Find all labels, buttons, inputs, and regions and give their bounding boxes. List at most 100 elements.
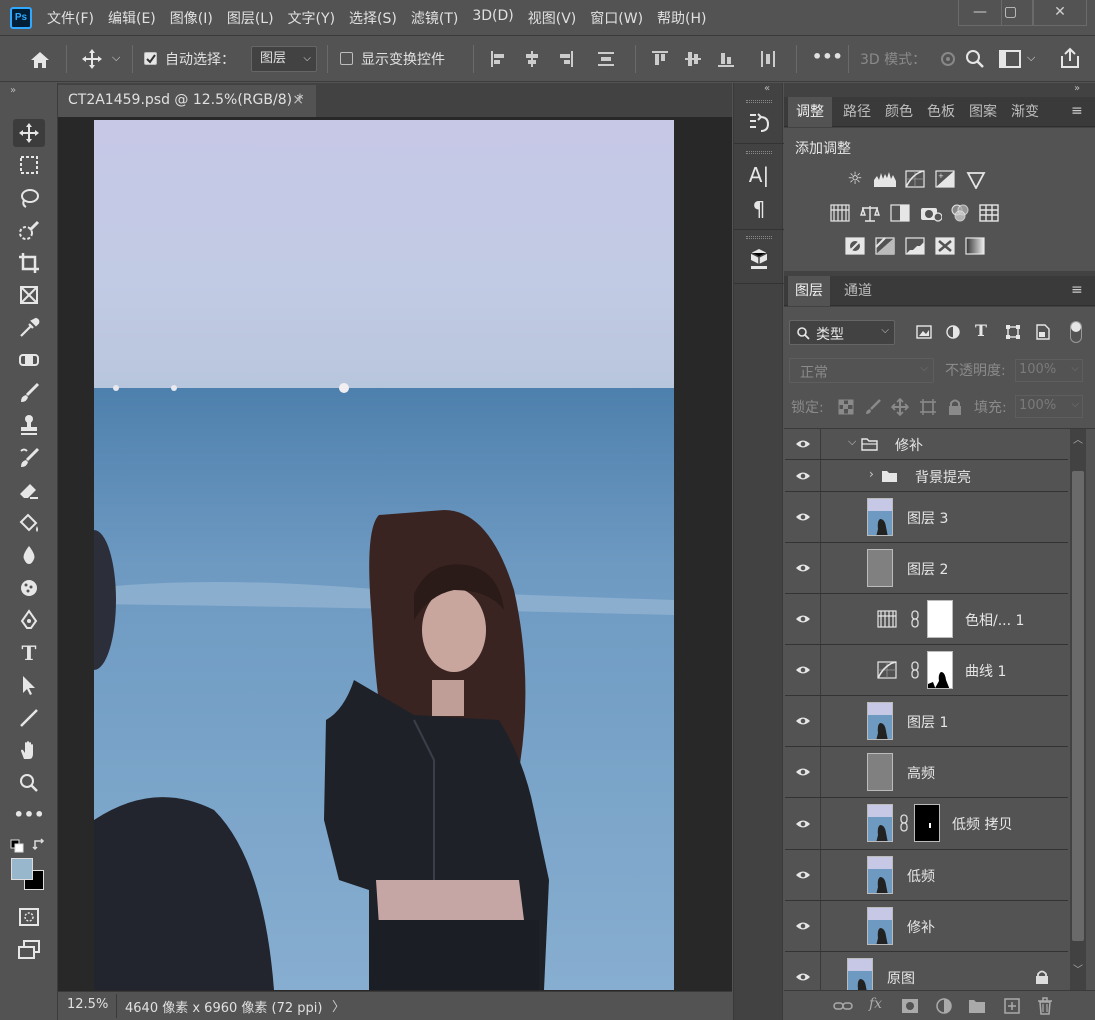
quick-select-tool[interactable] <box>13 217 45 245</box>
chain-link-icon[interactable] <box>899 814 909 832</box>
tab-swatches[interactable]: 色板 <box>920 97 962 127</box>
menu-edit[interactable]: 编辑(E) <box>108 8 156 28</box>
lock-pixels-icon[interactable] <box>864 398 882 416</box>
threshold-icon[interactable] <box>905 237 925 255</box>
align-right-icon[interactable] <box>556 50 574 68</box>
chain-link-icon[interactable] <box>910 610 920 628</box>
close-tab-icon[interactable]: × <box>292 85 304 115</box>
edit-toolbar-button[interactable]: ••• <box>13 801 45 829</box>
stamp-tool[interactable] <box>13 411 45 439</box>
menu-layer[interactable]: 图层(L) <box>227 8 274 28</box>
zoom-tool[interactable] <box>13 769 45 797</box>
visibility-toggle[interactable] <box>785 645 821 695</box>
visibility-toggle[interactable] <box>785 543 821 593</box>
color-lookup-icon[interactable] <box>979 204 999 222</box>
close-button[interactable]: ✕ <box>1033 0 1087 26</box>
visibility-toggle[interactable] <box>785 798 821 849</box>
line-tool[interactable] <box>13 704 45 732</box>
link-icon[interactable] <box>833 999 853 1013</box>
chain-link-icon[interactable] <box>910 661 920 679</box>
menu-window[interactable]: 窗口(W) <box>590 8 643 28</box>
align-bottom-icon[interactable] <box>717 50 735 68</box>
layer-row[interactable]: 低频 <box>785 850 1068 901</box>
pen-tool[interactable] <box>13 606 45 634</box>
layer-filter-dropdown[interactable]: 类型 ⌵ <box>789 320 895 345</box>
auto-select-target-dropdown[interactable]: 图层 ⌵ <box>251 46 317 72</box>
menu-3d[interactable]: 3D(D) <box>472 8 513 28</box>
swap-colors-icon[interactable] <box>32 838 46 852</box>
layer-row[interactable]: ⌵ 修补 <box>785 429 1068 460</box>
menu-filter[interactable]: 滤镜(T) <box>411 8 458 28</box>
search-icon[interactable] <box>964 48 986 70</box>
filter-shape-icon[interactable] <box>1005 324 1021 340</box>
visibility-toggle[interactable] <box>785 850 821 900</box>
expand-panels-icon[interactable]: « <box>764 83 770 94</box>
brightness-icon[interactable]: ☼ <box>844 169 866 189</box>
quick-mask-button[interactable] <box>13 903 45 931</box>
menu-select[interactable]: 选择(S) <box>349 8 397 28</box>
lock-all-icon[interactable] <box>947 398 963 416</box>
type-tool[interactable]: T <box>13 639 45 667</box>
visibility-toggle[interactable] <box>785 696 821 746</box>
3d-orbit-icon[interactable] <box>938 49 958 69</box>
selective-color-icon[interactable] <box>935 237 955 255</box>
hand-tool[interactable] <box>13 736 45 764</box>
new-layer-icon[interactable] <box>1003 997 1021 1015</box>
visibility-toggle[interactable] <box>785 429 821 459</box>
filter-type-icon[interactable]: T <box>975 321 987 340</box>
exposure-icon[interactable]: + <box>935 170 955 188</box>
visibility-toggle[interactable] <box>785 460 821 491</box>
move-tool[interactable] <box>13 119 45 147</box>
foreground-color-swatch[interactable] <box>11 858 33 880</box>
move-tool-icon[interactable] <box>80 47 104 71</box>
tab-channels[interactable]: 通道 <box>836 276 880 306</box>
layer-row[interactable]: › 背景提亮 <box>785 460 1068 492</box>
layer-list-scrollbar[interactable]: ︿ ﹀ <box>1070 429 1086 990</box>
workspace-icon[interactable] <box>999 50 1021 68</box>
filter-pixel-icon[interactable] <box>916 325 932 339</box>
lasso-tool[interactable] <box>13 184 45 212</box>
scroll-down-icon[interactable]: ﹀ <box>1073 961 1083 976</box>
layer-row[interactable]: 高频 <box>785 747 1068 798</box>
channel-mixer-icon[interactable] <box>949 203 971 223</box>
share-icon[interactable] <box>1059 46 1081 70</box>
3d-panel-button[interactable] <box>744 245 774 273</box>
history-brush-tool[interactable] <box>13 444 45 472</box>
align-center-h-icon[interactable] <box>523 50 541 68</box>
visibility-toggle[interactable] <box>785 747 821 797</box>
opacity-input[interactable]: 100% ⌵ <box>1015 359 1083 382</box>
menu-image[interactable]: 图像(I) <box>170 8 213 28</box>
filter-smart-object-icon[interactable] <box>1036 324 1050 340</box>
collapse-icon[interactable]: » <box>10 85 16 96</box>
layer-row[interactable]: 修补 <box>785 901 1068 952</box>
visibility-toggle[interactable] <box>785 594 821 644</box>
frame-tool[interactable] <box>13 281 45 309</box>
default-colors-icon[interactable] <box>10 839 24 853</box>
tab-adjustments[interactable]: 调整 <box>788 97 832 127</box>
tab-patterns[interactable]: 图案 <box>962 97 1004 127</box>
show-transform-checkbox[interactable] <box>340 52 353 65</box>
layer-row[interactable]: 原图 <box>785 952 1068 990</box>
black-white-icon[interactable] <box>890 204 910 222</box>
color-balance-icon[interactable] <box>859 204 881 222</box>
vibrance-icon[interactable] <box>966 171 986 189</box>
fill-input[interactable]: 100% ⌵ <box>1015 395 1083 418</box>
layer-row[interactable]: 图层 1 <box>785 696 1068 747</box>
chevron-down-icon[interactable]: ⌵ <box>112 51 120 65</box>
character-panel-button[interactable]: A| <box>744 161 774 189</box>
history-panel-button[interactable] <box>744 109 774 137</box>
scroll-up-icon[interactable]: ︿ <box>1073 431 1083 446</box>
mask-icon[interactable] <box>901 998 919 1014</box>
layer-row[interactable]: 图层 3 <box>785 492 1068 543</box>
tab-gradients[interactable]: 渐变 <box>1004 97 1046 127</box>
zoom-level[interactable]: 12.5% <box>67 997 108 1012</box>
curves-icon[interactable] <box>905 170 925 188</box>
visibility-toggle[interactable] <box>785 952 821 990</box>
screen-mode-button[interactable] <box>13 936 45 964</box>
posterize-icon[interactable] <box>875 237 895 255</box>
paragraph-panel-button[interactable]: ¶ <box>744 195 774 223</box>
lock-transparent-icon[interactable] <box>838 399 854 415</box>
marquee-tool[interactable] <box>13 151 45 179</box>
visibility-toggle[interactable] <box>785 492 821 542</box>
photo-filter-icon[interactable] <box>920 204 942 222</box>
